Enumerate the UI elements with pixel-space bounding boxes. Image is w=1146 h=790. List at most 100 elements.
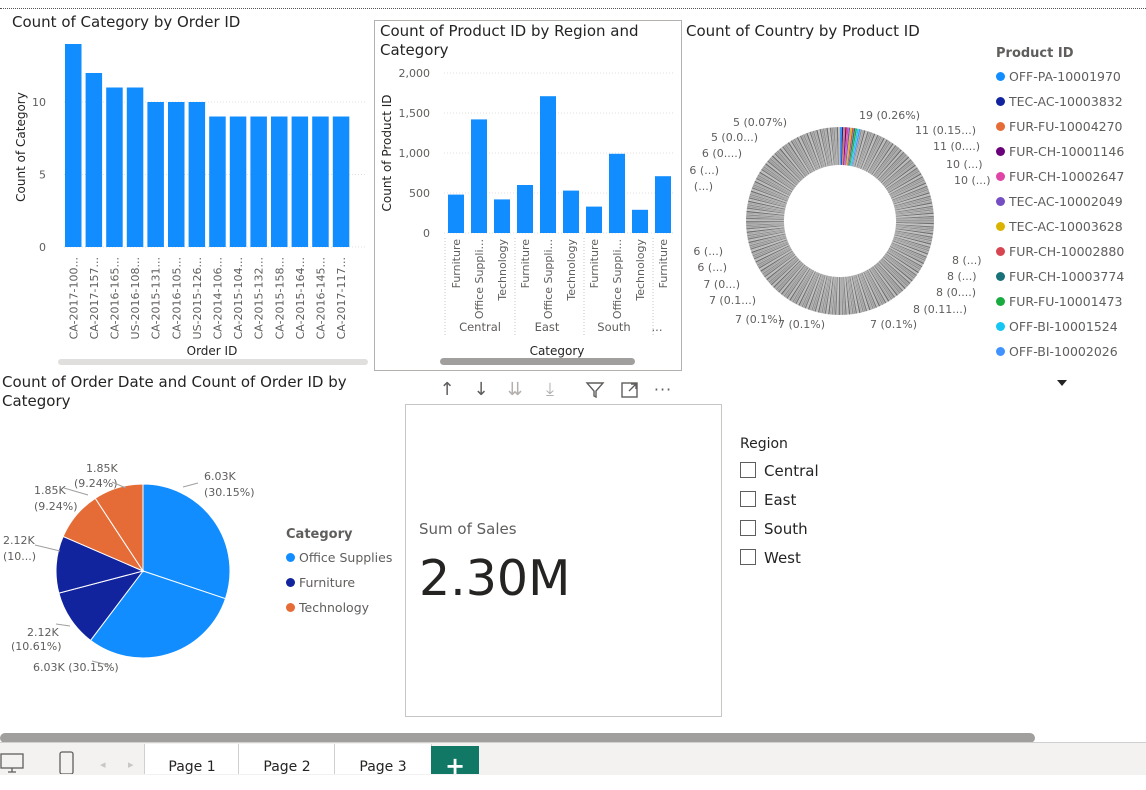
chart4-data-label: 1.85K [86, 462, 118, 475]
chart3-data-label: 6 (...) [690, 164, 719, 177]
drill-up-arrow-icon[interactable]: ↑ [437, 380, 457, 400]
chart3-legend: Product ID OFF-PA-10001970 TEC-AC-1000383… [996, 44, 1124, 364]
region-option-west[interactable]: West [740, 544, 819, 573]
chart3-data-label: 7 (0.1%) [778, 318, 825, 331]
chart4-pie-chart[interactable]: 6.03K(30.15%)6.03K (30.15%)2.12K(10.61%)… [0, 450, 280, 680]
chart1-xtick: CA-2015-164... [294, 257, 307, 339]
chart3-title: Count of Country by Product ID [686, 22, 920, 40]
focus-mode-icon[interactable] [620, 380, 640, 400]
chart3-legend-item[interactable]: TEC-AC-10002049 [996, 189, 1124, 214]
mobile-layout-icon[interactable] [58, 750, 76, 774]
region-option-central[interactable]: Central [740, 457, 819, 486]
chart2-xtick: Furniture [519, 239, 532, 289]
chart3-donut-chart[interactable]: 19 (0.26%) 11 (0.15...) 11 (0....) 10 (...)… [690, 100, 1000, 340]
drill-down-arrow-icon[interactable]: ↓ [471, 380, 491, 400]
chart3-data-label: 7 (0.1...) [709, 294, 756, 307]
chart4-legend-item[interactable]: Office Supplies [286, 545, 392, 570]
chart3-legend-item[interactable]: FUR-CH-10002880 [996, 239, 1124, 264]
chart2-ytick: 0 [423, 227, 430, 240]
legend-scroll-down-icon[interactable] [1057, 380, 1067, 386]
chart2-title: Count of Product ID by Region and Categor… [380, 22, 639, 59]
chart4-leader-line [182, 482, 199, 488]
desktop-layout-icon[interactable] [0, 752, 26, 774]
tab-scroll-left-icon[interactable]: ◂ [100, 758, 106, 771]
chart3-legend-label: TEC-AC-10003832 [1009, 94, 1123, 109]
chart2-group-label: Central [459, 320, 501, 334]
chart1-xtick: CA-2015-104... [232, 257, 245, 339]
chart1-ytick: 5 [39, 169, 46, 182]
chart3-legend-item[interactable]: OFF-BI-10002026 [996, 339, 1124, 364]
region-option-east[interactable]: East [740, 486, 819, 515]
legend-dot-icon [996, 222, 1005, 231]
legend-dot-icon [996, 72, 1005, 81]
chart1-xtick: CA-2016-105... [170, 257, 183, 339]
chart1-xtick: CA-2015-131... [150, 257, 163, 339]
chart3-data-label: 19 (0.26%) [859, 109, 920, 122]
chart2-ytick: 500 [409, 187, 430, 200]
expand-hierarchy-icon[interactable]: ⤓ [540, 380, 560, 400]
chart4-legend-item[interactable]: Technology [286, 595, 392, 620]
legend-dot-icon [286, 553, 295, 562]
chart2-bar-chart[interactable]: 0 500 1,000 1,500 2,000 Furniture Office Suppl… [374, 60, 680, 370]
sum-of-sales-card[interactable]: Sum of Sales 2.30M [405, 404, 722, 717]
chart1-bar [168, 102, 185, 247]
chart1-bar [209, 116, 226, 247]
chart4-legend-item[interactable]: Furniture [286, 570, 392, 595]
tab-page-2[interactable]: Page 2 [238, 744, 336, 775]
chart3-legend-item[interactable]: TEC-AC-10003832 [996, 89, 1124, 114]
legend-dot-icon [996, 197, 1005, 206]
chart3-legend-label: FUR-CH-10002880 [1009, 244, 1125, 259]
chart2-xtick: Furniture [450, 239, 463, 289]
chart2-ytick: 2,000 [399, 67, 431, 80]
chart3-data-label: 8 (...) [947, 270, 977, 283]
chart3-legend-item[interactable]: TEC-AC-10003628 [996, 214, 1124, 239]
chart3-legend-label: TEC-AC-10002049 [1009, 194, 1123, 209]
tab-page-1[interactable]: Page 1 [144, 744, 240, 775]
chart2-bar [655, 176, 671, 233]
chart3-legend-item[interactable]: FUR-CH-10003774 [996, 264, 1124, 289]
chart3-legend-item[interactable]: FUR-CH-10002647 [996, 164, 1124, 189]
go-to-next-level-icon[interactable]: ⇊ [505, 380, 525, 400]
chart1-bar [312, 116, 329, 247]
chart3-data-label: 7 (0.1%) [870, 318, 917, 331]
chart3-data-label: 8 (0.11...) [913, 303, 967, 316]
chart1-bar-chart[interactable]: 0 5 10 CA-2017-100... CA-2017-157... CA-2016-… [0, 30, 375, 372]
chart1-xtick: CA-2017-100... [67, 257, 80, 339]
checkbox-icon[interactable] [740, 461, 756, 478]
chart3-legend-item[interactable]: FUR-CH-10001146 [996, 139, 1124, 164]
chart1-scrollbar [58, 359, 368, 365]
chart1-xtick: US-2016-108... [129, 257, 142, 339]
chart2-xtick: Technology [565, 239, 578, 302]
chart2-bar [586, 206, 602, 233]
chart3-legend-item[interactable]: FUR-FU-10001473 [996, 289, 1124, 314]
add-page-button[interactable]: + [431, 746, 479, 780]
chart3-data-label: 6 (...) [697, 261, 727, 274]
region-option-south[interactable]: South [740, 515, 819, 544]
region-slicer-title: Region [740, 436, 788, 452]
tab-scroll-right-icon[interactable]: ▸ [128, 758, 134, 771]
chart3-legend-label: FUR-CH-10002647 [1009, 169, 1125, 184]
chart1-bar [250, 116, 267, 247]
chart4-data-pct: (30.15%) [204, 486, 255, 499]
chart3-data-label: 6 (0....) [702, 147, 742, 160]
chart4-legend-title: Category [286, 527, 353, 542]
checkbox-icon[interactable] [740, 490, 756, 507]
legend-dot-icon [996, 97, 1005, 106]
chart3-data-label: 5 (0.0...) [711, 131, 758, 144]
chart3-legend-item[interactable]: OFF-BI-10001524 [996, 314, 1124, 339]
checkbox-icon[interactable] [740, 548, 756, 565]
chart3-data-label: 7 (0.1%) [735, 313, 782, 326]
chart3-legend-item[interactable]: OFF-PA-10001970 [996, 64, 1124, 89]
chart3-legend-item[interactable]: FUR-FU-10004270 [996, 114, 1124, 139]
legend-dot-icon [286, 578, 295, 587]
chart3-legend-label: OFF-PA-10001970 [1009, 69, 1121, 84]
checkbox-icon[interactable] [740, 519, 756, 536]
chart1-xtick: CA-2016-165... [108, 257, 121, 339]
chart3-legend-label: OFF-BI-10001524 [1009, 319, 1118, 334]
more-options-icon[interactable]: ··· [653, 380, 673, 400]
tab-page-3[interactable]: Page 3 [334, 744, 432, 775]
legend-dot-icon [996, 172, 1005, 181]
filter-icon[interactable] [585, 380, 605, 400]
chart3-legend-label: OFF-BI-10002026 [1009, 344, 1118, 359]
chart2-bar [563, 190, 579, 233]
